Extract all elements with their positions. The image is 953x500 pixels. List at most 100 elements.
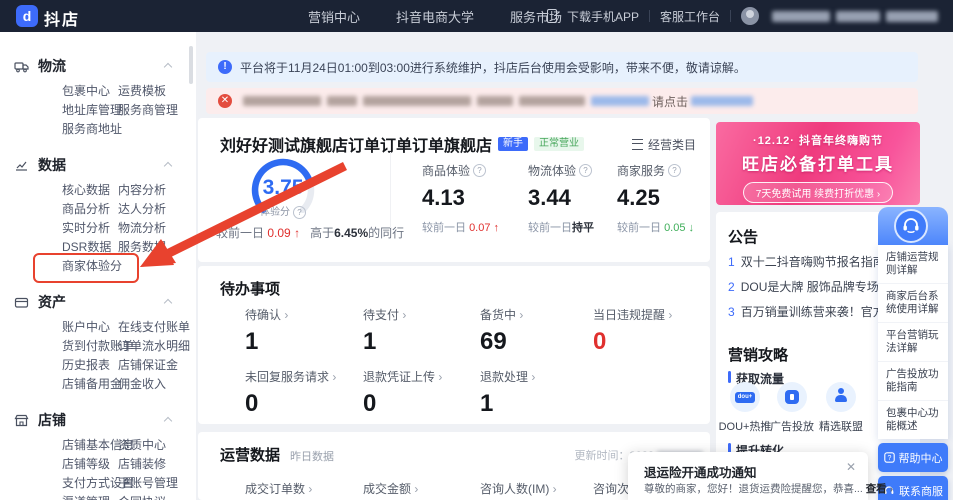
ops-col-amount[interactable]: 成交金额	[363, 480, 418, 497]
phone-icon	[547, 9, 557, 23]
sidebar-item[interactable]: 合同协议	[118, 493, 196, 500]
avatar[interactable]	[741, 7, 759, 25]
sidebar-item[interactable]: 内容分析	[118, 181, 196, 200]
section-items: 店铺基本信息 资质中心 店铺等级 店铺装修 支付方式设置 子账号管理 渠道管理 …	[62, 436, 196, 500]
rail-link[interactable]: 包裹中心功能概述	[878, 401, 948, 439]
rail-link[interactable]: 店铺运营规则详解	[878, 245, 948, 284]
divider	[649, 10, 650, 22]
toast-body: 尊敬的商家，您好！退货运费险提醒您，恭喜... 查看	[644, 481, 893, 496]
promo-banner-1212[interactable]: ·12.12· 抖音年终嗨购节 旺店必备打单工具 7天免费试用 续费打折优惠	[716, 122, 920, 205]
person-icon	[826, 382, 856, 412]
sidebar-item[interactable]: 店铺基本信息	[62, 436, 118, 455]
sidebar-item[interactable]: 渠道管理	[62, 493, 118, 500]
shop-name-row: 刘好好测试旗舰店订单订单订单旗舰店 新手 正常营业	[220, 132, 584, 156]
redacted-text	[363, 96, 471, 106]
sidebar-item[interactable]: 资质中心	[118, 436, 196, 455]
section-header-logistics[interactable]: 物流	[38, 58, 196, 74]
sidebar-item[interactable]: 达人分析	[118, 200, 196, 219]
truck-icon	[14, 59, 29, 74]
service-desk-link[interactable]: 客服工作台	[660, 8, 720, 25]
todo-refund-processing: 退款处理 1	[480, 368, 535, 418]
wallet-icon	[14, 295, 29, 310]
sidebar-section-logistics: 物流 包裹中心 运费模板 地址库管理 服务商管理 服务商地址	[0, 32, 196, 139]
sidebar-item[interactable]: 物流分析	[118, 219, 196, 238]
section-header-data[interactable]: 数据	[38, 157, 196, 173]
sidebar-item[interactable]: 在线支付账单	[118, 318, 196, 337]
error-icon: ✕	[218, 94, 232, 108]
section-header-assets[interactable]: 资产	[38, 294, 196, 310]
sidebar-item[interactable]: 订单流水明细	[118, 337, 196, 356]
ops-col-orders[interactable]: 成交订单数	[245, 480, 312, 497]
chevron-up-icon[interactable]	[165, 418, 172, 425]
chevron-up-icon[interactable]	[165, 300, 172, 307]
rail-link[interactable]: 商家后台系统使用详解	[878, 284, 948, 323]
todo-pending-confirm: 待确认 1	[245, 306, 288, 356]
top-bar: d 抖店 营销中心 抖音电商大学 服务市场 下载手机APP 客服工作台	[0, 0, 953, 32]
divider	[390, 152, 391, 228]
top-bar-right: 下载手机APP 客服工作台	[547, 0, 941, 32]
sidebar-item[interactable]: 包裹中心	[62, 82, 118, 101]
annotation-highlight-box	[33, 253, 139, 283]
sidebar-item[interactable]: 实时分析	[62, 219, 118, 238]
sidebar-item[interactable]: 店铺等级	[62, 455, 118, 474]
chevron-up-icon[interactable]	[165, 163, 172, 170]
announcements-title: 公告	[728, 226, 758, 247]
help-center-button[interactable]: ? 帮助中心	[878, 443, 948, 472]
sidebar-item[interactable]: 历史报表	[62, 356, 118, 375]
section-title: 数据	[38, 155, 66, 175]
rail-link[interactable]: 广告投放功能指南	[878, 362, 948, 401]
metric-value: 3.44	[528, 185, 628, 211]
sidebar-item[interactable]: 运费模板	[118, 82, 196, 101]
todo-violation-alert: 当日违规提醒 0	[593, 306, 672, 356]
ops-col-im-users[interactable]: 咨询人数(IM)	[480, 480, 557, 497]
sidebar-item[interactable]: 服务商地址	[62, 120, 118, 139]
section-title: 店铺	[38, 410, 66, 430]
chevron-up-icon[interactable]	[165, 64, 172, 71]
sidebar-item[interactable]: 店铺装修	[118, 455, 196, 474]
sidebar-item[interactable]: 货到付款账单	[62, 337, 118, 356]
info-icon: !	[218, 60, 232, 74]
promo-trial-button[interactable]: 7天免费试用 续费打折优惠	[743, 182, 893, 203]
sidebar-item[interactable]: 服务商管理	[118, 101, 196, 120]
download-app-link[interactable]: 下载手机APP	[567, 8, 639, 25]
svg-text:?: ?	[887, 455, 891, 462]
section-items: 账户中心 在线支付账单 货到付款账单 订单流水明细 历史报表 店铺保证金 店铺备…	[62, 318, 196, 394]
close-icon[interactable]	[846, 460, 856, 474]
douyin-shop-logo-icon[interactable]: d	[16, 5, 38, 27]
operations-subtitle: 昨日数据	[290, 448, 334, 464]
help-icon[interactable]	[668, 164, 681, 177]
account-name-redacted[interactable]	[769, 9, 941, 23]
help-icon[interactable]	[579, 164, 592, 177]
rail-link[interactable]: 平台营销玩法详解	[878, 323, 948, 362]
ad-icon	[777, 382, 807, 412]
redacted-text	[477, 96, 513, 106]
tool-selected-alliance[interactable]: 精选联盟	[812, 382, 870, 434]
nav-ecommerce-university[interactable]: 抖音电商大学	[396, 7, 474, 26]
top-navigation: 营销中心 抖音电商大学 服务市场	[308, 0, 562, 32]
redacted-text	[591, 96, 649, 106]
help-icon[interactable]	[293, 206, 306, 219]
nav-marketing-center[interactable]: 营销中心	[308, 7, 360, 26]
section-items: 包裹中心 运费模板 地址库管理 服务商管理 服务商地址	[62, 82, 196, 139]
sidebar-item[interactable]: 佣金收入	[118, 375, 196, 394]
sidebar-item[interactable]: 支付方式设置	[62, 474, 118, 493]
toast-view-link[interactable]: 查看	[866, 483, 893, 495]
sidebar-item[interactable]: 店铺备用金	[62, 375, 118, 394]
sidebar-item[interactable]: 核心数据	[62, 181, 118, 200]
business-category-button[interactable]: 经营类目	[632, 136, 696, 153]
sidebar-scrollbar[interactable]	[189, 46, 193, 84]
todo-stocking: 备货中 69	[480, 306, 523, 356]
sidebar-item[interactable]: 地址库管理	[62, 101, 118, 120]
customer-service-icon[interactable]	[894, 209, 928, 243]
help-icon[interactable]	[473, 164, 486, 177]
sidebar-item[interactable]: 商品分析	[62, 200, 118, 219]
section-header-shop[interactable]: 店铺	[38, 412, 196, 428]
rail-links: 店铺运营规则详解 商家后台系统使用详解 平台营销玩法详解 广告投放功能指南 包裹…	[878, 245, 948, 439]
maintenance-notice-text: 平台将于11月24日01:00到03:00进行系统维护，抖店后台使用会受影响，带…	[240, 59, 746, 76]
sidebar-item[interactable]: 子账号管理	[118, 474, 196, 493]
sidebar-item[interactable]: 店铺保证金	[118, 356, 196, 375]
error-alert-banner: ✕ 请点击	[206, 88, 918, 114]
sidebar-item[interactable]: 账户中心	[62, 318, 118, 337]
redacted-link[interactable]	[691, 96, 753, 106]
experience-score-delta: 较前一日 0.09 ↑ 高于6.45%的同行	[216, 224, 404, 241]
